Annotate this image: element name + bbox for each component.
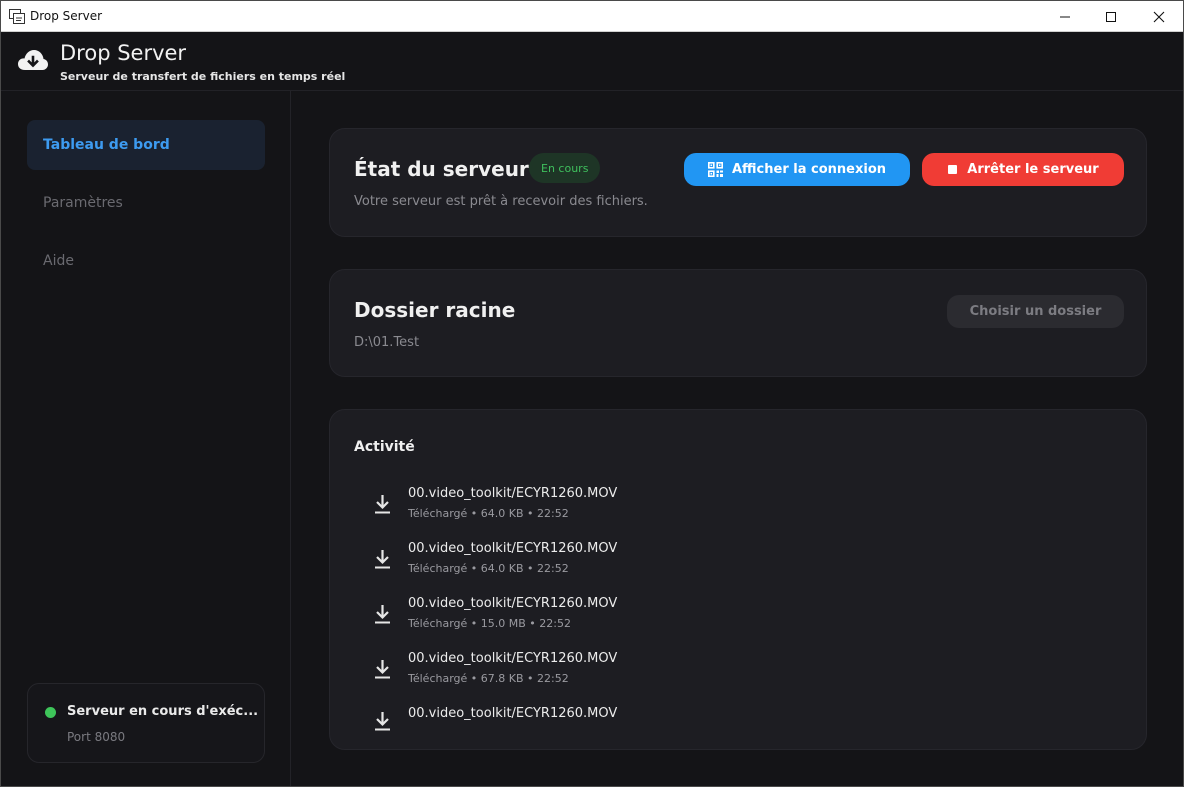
activity-file-name: 00.video_toolkit/ECYR1260.MOV — [408, 596, 618, 611]
activity-file-meta: Téléchargé • 15.0 MB • 22:52 — [408, 617, 571, 630]
minimize-icon — [1060, 16, 1070, 17]
close-button[interactable] — [1136, 1, 1182, 32]
activity-file-name: 00.video_toolkit/ECYR1260.MOV — [408, 541, 618, 556]
minimize-button[interactable] — [1042, 1, 1088, 32]
stop-server-label: Arrêter le serveur — [967, 162, 1099, 177]
choose-folder-button[interactable]: Choisir un dossier — [947, 295, 1124, 328]
app-window: Drop Server Drop Server Serveur de trans… — [0, 0, 1184, 787]
qr-code-icon — [707, 162, 723, 177]
server-status-text: Serveur en cours d'exéc... — [67, 704, 259, 719]
download-icon — [375, 660, 390, 679]
close-icon — [1153, 11, 1165, 22]
list-item: 00.video_toolkit/ECYR1260.MOV Téléchargé… — [374, 596, 674, 646]
activity-card: Activité 00.video_toolkit/ECYR1260.MOV T… — [329, 409, 1147, 750]
list-item: 00.video_toolkit/ECYR1260.MOV Téléchargé… — [374, 651, 674, 701]
server-state-card: État du serveur En cours Votre serveur e… — [329, 128, 1147, 237]
sidebar-item-dashboard[interactable]: Tableau de bord — [27, 120, 265, 170]
app-header: Drop Server Serveur de transfert de fich… — [1, 32, 1183, 91]
app-title: Drop Server — [60, 41, 187, 65]
app-icon — [9, 9, 25, 24]
download-icon — [375, 495, 390, 514]
download-icon — [375, 550, 390, 569]
list-item: 00.video_toolkit/ECYR1260.MOV — [374, 706, 674, 746]
title-bar: Drop Server — [1, 1, 1183, 32]
sidebar-item-settings[interactable]: Paramètres — [27, 178, 265, 228]
download-icon — [375, 605, 390, 624]
choose-folder-label: Choisir un dossier — [969, 304, 1102, 319]
show-connection-button[interactable]: Afficher la connexion — [684, 153, 910, 186]
sidebar-item-help[interactable]: Aide — [27, 236, 265, 286]
status-badge: En cours — [529, 153, 601, 183]
activity-file-name: 00.video_toolkit/ECYR1260.MOV — [408, 486, 618, 501]
server-port-text: Port 8080 — [67, 730, 126, 744]
activity-file-meta: Téléchargé • 64.0 KB • 22:52 — [408, 507, 569, 520]
sidebar-item-label: Tableau de bord — [43, 137, 170, 153]
show-connection-label: Afficher la connexion — [731, 162, 887, 177]
stop-server-button[interactable]: Arrêter le serveur — [922, 153, 1124, 186]
list-item: 00.video_toolkit/ECYR1260.MOV Téléchargé… — [374, 486, 674, 536]
maximize-icon — [1106, 11, 1116, 22]
activity-file-meta: Téléchargé • 67.8 KB • 22:52 — [408, 672, 569, 685]
root-folder-title: Dossier racine — [354, 298, 516, 322]
window-title: Drop Server — [30, 9, 103, 23]
activity-title: Activité — [354, 439, 415, 455]
cloud-download-icon — [18, 50, 48, 70]
server-status-card: Serveur en cours d'exéc... Port 8080 — [27, 683, 265, 763]
root-folder-card: Dossier racine D:\01.Test Choisir un dos… — [329, 269, 1147, 377]
sidebar-item-label: Aide — [43, 253, 74, 269]
sidebar-item-label: Paramètres — [43, 195, 123, 211]
activity-file-name: 00.video_toolkit/ECYR1260.MOV — [408, 651, 618, 666]
stop-icon — [948, 165, 958, 174]
list-item: 00.video_toolkit/ECYR1260.MOV Téléchargé… — [374, 541, 674, 591]
sidebar: Tableau de bord Paramètres Aide Serveur … — [1, 91, 291, 786]
server-state-description: Votre serveur est prêt à recevoir des fi… — [354, 194, 648, 209]
download-icon — [375, 712, 390, 731]
server-state-title: État du serveur — [354, 157, 529, 181]
status-indicator-dot — [45, 707, 56, 718]
activity-file-name: 00.video_toolkit/ECYR1260.MOV — [408, 706, 618, 721]
main-content: État du serveur En cours Votre serveur e… — [292, 91, 1183, 786]
activity-file-meta: Téléchargé • 64.0 KB • 22:52 — [408, 562, 569, 575]
root-folder-path: D:\01.Test — [354, 335, 420, 350]
app-subtitle: Serveur de transfert de fichiers en temp… — [60, 70, 346, 83]
maximize-button[interactable] — [1088, 1, 1134, 32]
